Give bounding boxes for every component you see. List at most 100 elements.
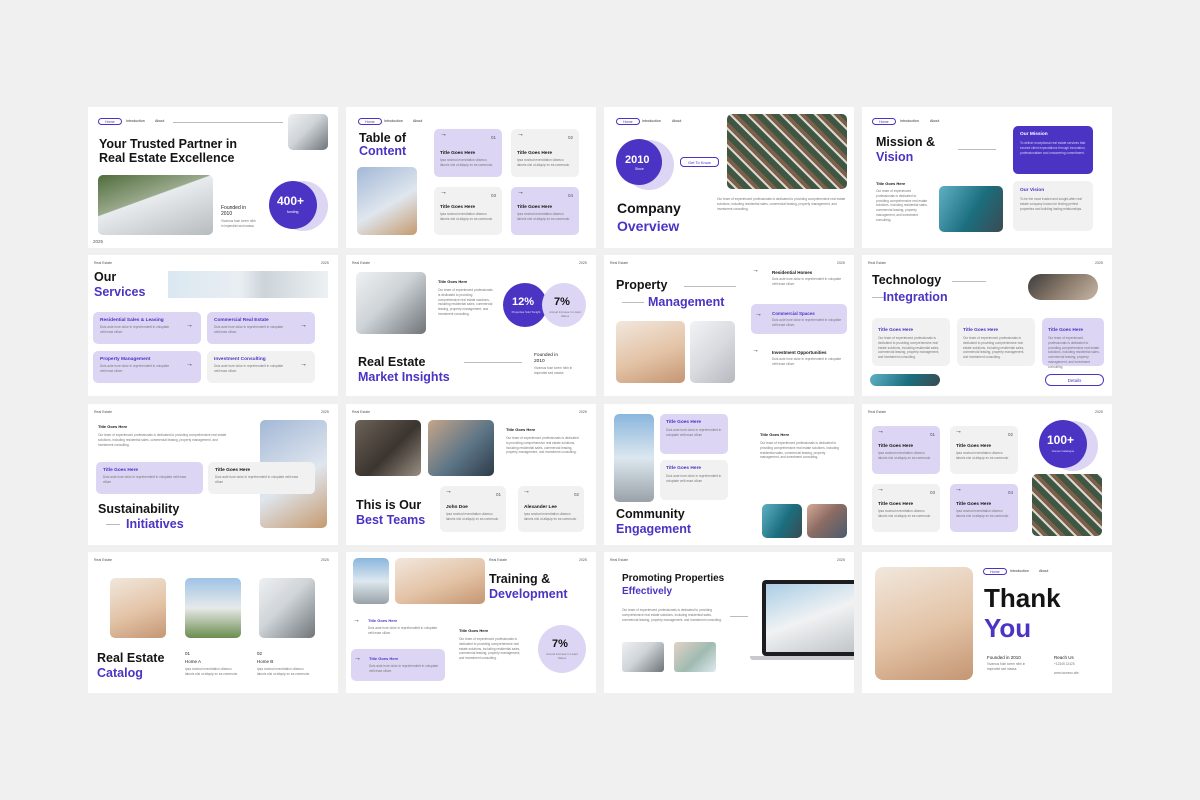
toc-card-3[interactable]: → 03 Title Goes Here Ipsa nostrud exerci…: [434, 187, 502, 235]
slide-thank-you[interactable]: Home Introduction About Thank You Founde…: [862, 552, 1112, 693]
slide-market-insights[interactable]: Real Estate 2025 Title Goes Here Our tea…: [346, 255, 596, 396]
get-to-know-button[interactable]: Get To Know: [680, 157, 719, 167]
slide-technology-integration[interactable]: Real Estate 2025 Technology Integration …: [862, 255, 1112, 396]
title-line2: Services: [94, 285, 146, 299]
nav-home-pill[interactable]: Home: [872, 118, 896, 125]
nav-introduction[interactable]: Introduction: [1010, 569, 1029, 573]
nav-home-pill[interactable]: Home: [983, 568, 1007, 575]
title-line2: Overview: [617, 218, 680, 234]
slide-hero[interactable]: Home Introduction About Your Trusted Par…: [88, 107, 338, 248]
team-card-2[interactable]: → 02 Alexander Lee Ipsa nostrud exercita…: [518, 486, 584, 532]
nav-introduction[interactable]: Introduction: [384, 119, 403, 123]
nav-home-pill[interactable]: Home: [616, 118, 640, 125]
slide-mission-vision[interactable]: Home Introduction About Mission & Vision…: [862, 107, 1112, 248]
item-title: Title Goes Here: [459, 628, 489, 633]
slide-promoting-properties[interactable]: Real Estate 2025 Promoting Properties Ef…: [604, 552, 854, 693]
slide-property-management[interactable]: Real Estate 2025 Property Management → R…: [604, 255, 854, 396]
nav-about[interactable]: About: [1039, 569, 1048, 573]
year-label: 2025: [321, 261, 329, 265]
house-photo: [622, 642, 664, 672]
toc-card-2[interactable]: → 02 Title Goes Here Ipsa nostrud exerci…: [511, 129, 579, 177]
service-card-1[interactable]: Residential Sales & Leasing Duis aute ir…: [93, 312, 201, 344]
nav-introduction[interactable]: Introduction: [900, 119, 919, 123]
year-label: 2025: [321, 558, 329, 562]
item-text: Our team of experienced professionals is…: [506, 436, 579, 455]
year-label: 2025: [321, 410, 329, 414]
arrow-right-icon: →: [755, 311, 762, 318]
since-label: Since: [635, 167, 644, 171]
home-card-4[interactable]: → 04 Title Goes Here Ipsa nostrud exerci…: [950, 484, 1018, 532]
founded-label: Founded in: [534, 353, 559, 358]
home-card-2[interactable]: → 02 Title Goes Here Ipsa nostrud exerci…: [950, 426, 1018, 474]
pm-item-2-card[interactable]: → Commercial Spaces Duis aute irure dolo…: [751, 304, 847, 334]
nav-about[interactable]: About: [155, 119, 164, 123]
title-line1: Our: [94, 270, 117, 284]
title-line2: Content: [359, 144, 407, 158]
tech-card-2[interactable]: Title Goes Here Our team of experienced …: [957, 318, 1035, 366]
brand-label: Real Estate: [610, 261, 629, 265]
service-card-4[interactable]: Investment Consulting Duis aute irure do…: [207, 351, 315, 383]
building-photo: [939, 186, 1003, 232]
interior-photo: [1028, 274, 1098, 300]
tech-card-3[interactable]: Title Goes Here Our team of experienced …: [1042, 318, 1104, 369]
brand-label: Real Estate: [94, 261, 113, 265]
website-link[interactable]: www.homeco.site: [1054, 671, 1079, 676]
stairs-photo: [353, 558, 389, 604]
slide-best-teams[interactable]: Real Estate 2025 Title Goes Here Our tea…: [346, 404, 596, 545]
slide-homes-catalogue-stats[interactable]: Real Estate 2025 → 01 Title Goes Here Ip…: [862, 404, 1112, 545]
laptop-screen: [762, 580, 854, 656]
stat-label: Homes Catalogue: [1051, 449, 1075, 453]
initiative-card-2[interactable]: Title Goes Here Duis aute irure dolor in…: [208, 462, 315, 494]
nav-about[interactable]: About: [413, 119, 422, 123]
service-card-3[interactable]: Property Management Duis aute irure dolo…: [93, 351, 201, 383]
training-item-2-card[interactable]: → Title Goes Here Duis aute irure dolor …: [351, 649, 445, 681]
initiative-card-1[interactable]: Title Goes Here Duis aute irure dolor in…: [96, 462, 203, 494]
tech-card-1[interactable]: Title Goes Here Our team of experienced …: [872, 318, 950, 366]
nav-about[interactable]: About: [672, 119, 681, 123]
toc-card-1[interactable]: → 01 Title Goes Here Ipsa nostrud exerci…: [434, 129, 502, 177]
founded-text: Vivamus fuse lorem nibh in imperdiet sed…: [534, 366, 573, 375]
brand-label: Real Estate: [94, 558, 113, 562]
brand-label: Real Estate: [352, 261, 371, 265]
nav-introduction[interactable]: Introduction: [126, 119, 145, 123]
thank-word: Thank: [984, 583, 1061, 613]
brand-label: Real Estate: [868, 261, 887, 265]
catalog-photo-home-b: [259, 578, 315, 638]
service-card-2[interactable]: Commercial Real Estate Duis aute irure d…: [207, 312, 315, 344]
neighborhood-aerial-photo: [727, 114, 847, 189]
arrow-right-icon: →: [186, 322, 193, 329]
toc-card-4[interactable]: → 04 Title Goes Here Ipsa nostrud exerci…: [511, 187, 579, 235]
nav-introduction[interactable]: Introduction: [642, 119, 661, 123]
title-line1: Sustainability: [98, 502, 180, 516]
title-line2: Effectively: [622, 586, 673, 597]
team-card-1[interactable]: → 01 John Doe Ipsa nostrud exercitation …: [440, 486, 506, 532]
arrow-right-icon: →: [300, 322, 307, 329]
slide-company-overview[interactable]: Home Introduction About 2010 Since Get T…: [604, 107, 854, 248]
slide-sustainability[interactable]: Real Estate 2025 Title Goes Here Our tea…: [88, 404, 338, 545]
slide-training-development[interactable]: Real Estate 2025 Training & Development …: [346, 552, 596, 693]
home-card-1[interactable]: → 01 Title Goes Here Ipsa nostrud exerci…: [872, 426, 940, 474]
slide-our-services[interactable]: Real Estate 2025 Our Services Residentia…: [88, 255, 338, 396]
engagement-card-2[interactable]: Title Goes Here Duis aute irure dolor in…: [660, 460, 728, 500]
slide-real-estate-catalog[interactable]: Real Estate 2025 Real Estate Catalog 01 …: [88, 552, 338, 693]
nav-home-pill[interactable]: Home: [98, 118, 122, 125]
nav-about[interactable]: About: [930, 119, 939, 123]
engagement-card-1[interactable]: Title Goes Here Duis aute irure dolor in…: [660, 414, 728, 454]
slide-table-of-content[interactable]: Home Introduction About Table of Content…: [346, 107, 596, 248]
details-button[interactable]: Details: [1045, 374, 1104, 386]
title-line2: Development: [489, 587, 568, 601]
stat-value: 400+: [277, 194, 305, 208]
brand-label: Real Estate: [868, 410, 887, 414]
title-line1: Mission &: [876, 135, 936, 149]
title-line1: Training &: [489, 572, 551, 586]
home-card-3[interactable]: → 03 Title Goes Here Ipsa nostrud exerci…: [872, 484, 940, 532]
vision-card: Our Vision To be the most trusted and so…: [1013, 181, 1093, 231]
pm-item-1-title: Residential Homes: [772, 270, 813, 275]
year-label: 2025: [837, 558, 845, 562]
building-banner-photo: [168, 271, 328, 298]
slide-community-engagement[interactable]: Title Goes Here Duis aute irure dolor in…: [604, 404, 854, 545]
item-text: Our team of experienced professionals is…: [459, 637, 521, 661]
nav-home-pill[interactable]: Home: [358, 118, 382, 125]
phone-number[interactable]: +12345 12425: [1054, 662, 1074, 667]
item-text: Our team of experienced professionals is…: [438, 288, 493, 316]
